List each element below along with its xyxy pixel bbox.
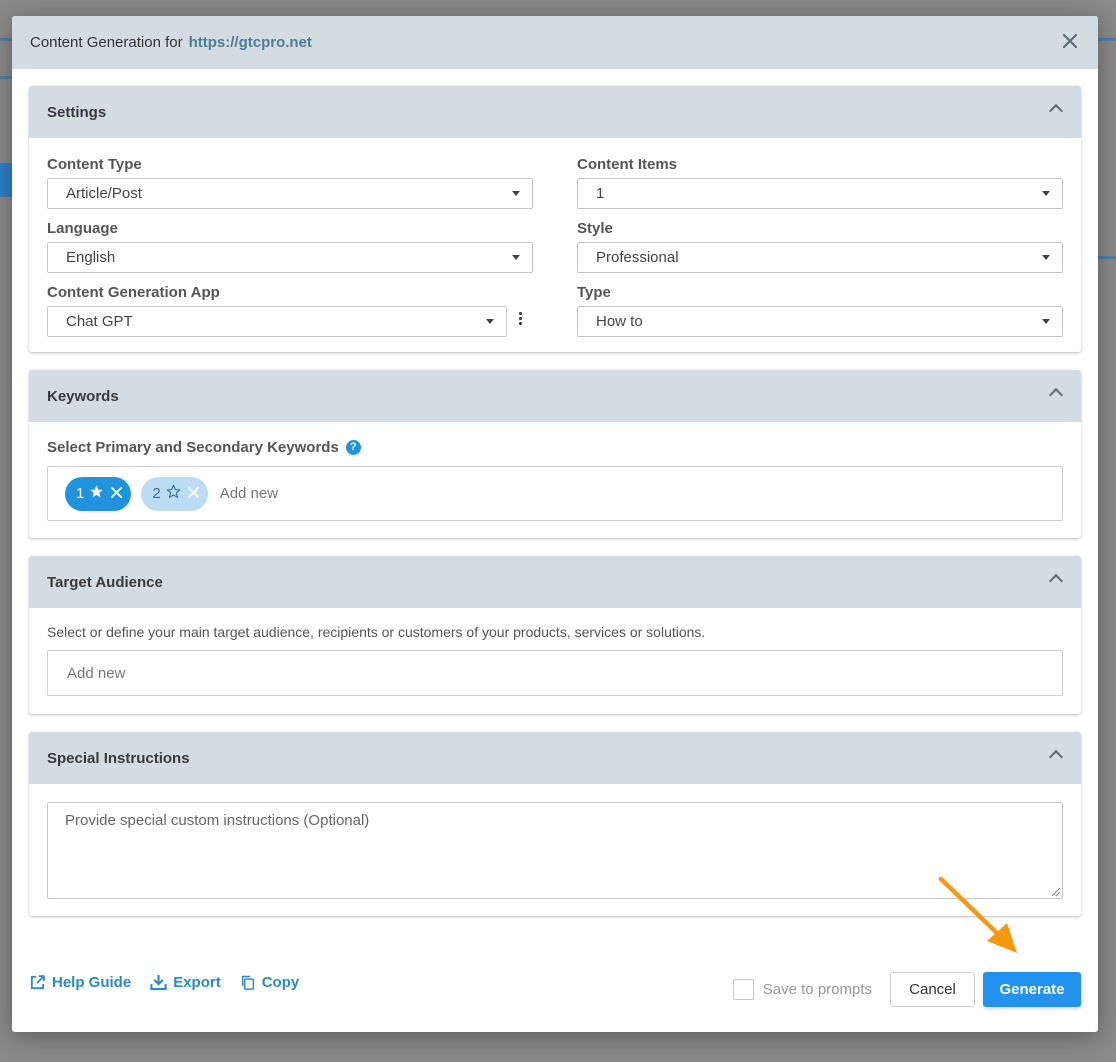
target-audience-description: Select or define your main target audien…: [47, 624, 706, 640]
annotation-arrow-icon: [938, 876, 1017, 953]
copy-icon: [241, 975, 254, 990]
language-field: Language English: [47, 220, 533, 273]
content-items-select[interactable]: 1: [577, 178, 1063, 209]
chevron-up-icon[interactable]: [1048, 573, 1064, 589]
caret-down-icon: [1042, 319, 1050, 324]
language-value: English: [66, 249, 116, 266]
style-label: Style: [577, 220, 613, 237]
language-label: Language: [47, 220, 118, 237]
star-outline-icon[interactable]: [166, 484, 181, 503]
type-field: Type How to: [577, 284, 1063, 337]
modal-header: Content Generation for https://gtcpro.ne…: [12, 16, 1098, 69]
content-type-field: Content Type Article/Post: [47, 156, 533, 209]
special-instructions-panel: Special Instructions Provide special cus…: [29, 732, 1081, 916]
app-label: Content Generation App: [47, 284, 220, 301]
resize-handle-icon[interactable]: [1052, 888, 1060, 896]
app-field: Content Generation App Chat GPT: [47, 284, 533, 337]
star-filled-icon[interactable]: [89, 484, 104, 503]
copy-link[interactable]: Copy: [240, 973, 300, 991]
style-value: Professional: [596, 249, 679, 266]
target-audience-title: Target Audience: [47, 573, 163, 591]
keywords-input[interactable]: 1 2 Add new: [47, 466, 1063, 521]
content-type-label: Content Type: [47, 156, 142, 173]
target-audience-panel-header[interactable]: Target Audience: [29, 556, 1081, 608]
content-items-field: Content Items 1: [577, 156, 1063, 209]
export-label: Export: [173, 973, 221, 991]
keywords-panel-header[interactable]: Keywords: [29, 370, 1081, 422]
help-guide-label: Help Guide: [52, 973, 132, 991]
target-audience-panel: Target Audience Select or define your ma…: [29, 556, 1081, 714]
style-select[interactable]: Professional: [577, 242, 1063, 273]
save-to-prompts-label: Save to prompts: [762, 980, 872, 998]
remove-chip-icon[interactable]: [111, 485, 123, 502]
caret-down-icon: [1042, 255, 1050, 260]
chevron-up-icon[interactable]: [1048, 103, 1064, 119]
keywords-label-row: Select Primary and Secondary Keywords ?: [47, 439, 1063, 456]
save-to-prompts: Save to prompts: [732, 978, 872, 1000]
download-icon: [150, 974, 167, 991]
settings-panel-header[interactable]: Settings: [29, 86, 1081, 138]
app-select[interactable]: Chat GPT: [47, 306, 507, 337]
special-instructions-placeholder: Provide special custom instructions (Opt…: [65, 812, 370, 829]
keyword-add-new[interactable]: Add new: [220, 485, 278, 502]
caret-down-icon: [486, 319, 494, 324]
background-button: [0, 163, 12, 197]
type-value: How to: [596, 313, 643, 330]
modal-footer: Help Guide Export Copy Save to prompts C…: [12, 946, 1098, 1032]
generate-button[interactable]: Generate: [983, 971, 1081, 1007]
more-options-icon[interactable]: [507, 303, 533, 334]
chevron-up-icon[interactable]: [1048, 387, 1064, 403]
cancel-button[interactable]: Cancel: [890, 971, 975, 1007]
app-value: Chat GPT: [66, 313, 133, 330]
keyword-chip-text: 2: [152, 485, 161, 502]
content-items-label: Content Items: [577, 156, 678, 173]
modal-title: Content Generation for: [30, 34, 183, 51]
remove-chip-icon[interactable]: [187, 485, 199, 502]
target-audience-input[interactable]: Add new: [47, 650, 1063, 696]
modal-body: Settings Content Type Article/Post Conte…: [12, 69, 1098, 989]
type-label: Type: [577, 284, 611, 301]
type-select[interactable]: How to: [577, 306, 1063, 337]
keywords-panel: Keywords Select Primary and Secondary Ke…: [29, 370, 1081, 538]
style-field: Style Professional: [577, 220, 1063, 273]
close-icon[interactable]: [1060, 32, 1080, 52]
content-type-select[interactable]: Article/Post: [47, 178, 533, 209]
save-to-prompts-checkbox[interactable]: [732, 978, 754, 1000]
help-guide-link[interactable]: Help Guide: [29, 974, 131, 991]
help-icon[interactable]: ?: [345, 440, 361, 455]
caret-down-icon: [512, 191, 520, 196]
settings-panel: Settings Content Type Article/Post Conte…: [29, 86, 1081, 352]
keywords-title: Keywords: [47, 387, 119, 405]
copy-label: Copy: [261, 973, 300, 991]
target-audience-placeholder: Add new: [67, 664, 126, 682]
special-instructions-textarea[interactable]: Provide special custom instructions (Opt…: [47, 802, 1063, 899]
external-link-icon: [30, 974, 45, 989]
modal-url[interactable]: https://gtcpro.net: [189, 34, 312, 51]
content-type-value: Article/Post: [66, 185, 142, 202]
background-bar: [0, 38, 12, 41]
content-items-value: 1: [596, 185, 605, 202]
special-instructions-panel-header[interactable]: Special Instructions: [29, 732, 1081, 784]
keywords-label: Select Primary and Secondary Keywords: [47, 439, 339, 456]
keyword-chip-primary[interactable]: 1: [65, 476, 132, 511]
background-bar: [1098, 38, 1116, 41]
caret-down-icon: [1042, 191, 1050, 196]
settings-title: Settings: [47, 103, 107, 121]
language-select[interactable]: English: [47, 242, 533, 273]
special-instructions-title: Special Instructions: [47, 749, 190, 767]
keyword-chip-secondary[interactable]: 2: [141, 476, 208, 511]
keyword-chip-text: 1: [76, 485, 85, 502]
background-bar: [0, 76, 12, 79]
export-link[interactable]: Export: [150, 973, 221, 991]
background-bar: [1098, 256, 1116, 259]
caret-down-icon: [512, 255, 520, 260]
chevron-up-icon[interactable]: [1048, 749, 1064, 765]
